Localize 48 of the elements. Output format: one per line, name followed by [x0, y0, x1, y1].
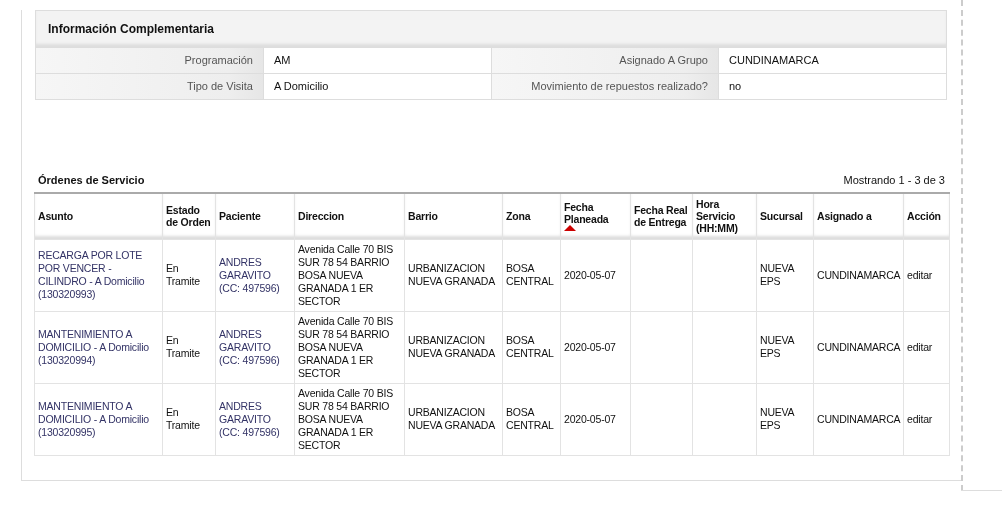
table-cell: En Tramite	[166, 406, 200, 431]
edit-link[interactable]: editar	[907, 340, 933, 353]
table-cell: BOSA CENTRAL	[506, 262, 554, 287]
table-cell: 2020-05-07	[564, 340, 616, 353]
value-cell: AM	[264, 47, 492, 73]
table-cell: En Tramite	[166, 334, 200, 359]
edit-link[interactable]: editar	[907, 268, 933, 281]
column-header[interactable]: Asunto	[34, 193, 163, 239]
table-cell: URBANIZACION NUEVA GRANADA	[408, 262, 496, 287]
column-header[interactable]: Barrio	[404, 193, 503, 239]
label-cell: Programación	[36, 47, 264, 73]
table-cell: CUNDINAMARCA	[817, 412, 901, 425]
table-cell: CUNDINAMARCA	[817, 340, 901, 353]
column-header[interactable]: Zona	[502, 193, 561, 239]
table-cell: URBANIZACION NUEVA GRANADA	[408, 406, 496, 431]
column-header[interactable]: Estado de Orden	[162, 193, 216, 239]
label-cell: Movimiento de repuestos realizado?	[492, 73, 719, 99]
value-cell: A Domicilio	[264, 73, 492, 99]
table-cell: 2020-05-07	[564, 268, 616, 281]
panel-title: Información Complementaria	[48, 21, 215, 38]
table-cell: NUEVA EPS	[760, 406, 794, 431]
column-header[interactable]: Direccion	[294, 193, 405, 239]
sort-ascending-icon	[564, 225, 576, 232]
table-cell: NUEVA EPS	[760, 262, 794, 287]
column-header[interactable]: Paciente	[215, 193, 295, 239]
table-cell: URBANIZACION NUEVA GRANADA	[408, 334, 496, 359]
value-cell: CUNDINAMARCA	[719, 47, 947, 73]
pagination-text: Mostrando 1 - 3 de 3	[843, 172, 945, 188]
table-cell: CUNDINAMARCA	[817, 268, 901, 281]
label-cell: Tipo de Visita	[36, 73, 264, 99]
table-cell: Avenida Calle 70 BIS SUR 78 54 BARRIO BOSA NUEVA GRANADA 1 ER SECTOR	[298, 386, 394, 451]
column-header[interactable]: Acción	[903, 193, 950, 239]
table-cell: NUEVA EPS	[760, 334, 794, 359]
section-title: Órdenes de Servicio	[38, 172, 145, 188]
column-header[interactable]: Asignado a	[813, 193, 904, 239]
edit-link[interactable]: editar	[907, 412, 933, 425]
table-cell: Avenida Calle 70 BIS SUR 78 54 BARRIO BOSA NUEVA GRANADA 1 ER SECTOR	[298, 242, 394, 307]
value-cell: no	[719, 73, 947, 99]
label-cell: Asignado A Grupo	[492, 47, 719, 73]
column-header[interactable]: Fecha Real de Entrega	[630, 193, 693, 239]
table-cell: En Tramite	[166, 262, 200, 287]
table-cell: BOSA CENTRAL	[506, 406, 554, 431]
table-cell: BOSA CENTRAL	[506, 334, 554, 359]
column-header[interactable]: Hora Servicio (HH:MM)	[692, 193, 757, 239]
table-cell: 2020-05-07	[564, 412, 616, 425]
column-header[interactable]: Fecha Planeada	[560, 193, 631, 239]
column-header[interactable]: Sucursal	[756, 193, 814, 239]
table-cell: Avenida Calle 70 BIS SUR 78 54 BARRIO BOSA NUEVA GRANADA 1 ER SECTOR	[298, 314, 394, 379]
